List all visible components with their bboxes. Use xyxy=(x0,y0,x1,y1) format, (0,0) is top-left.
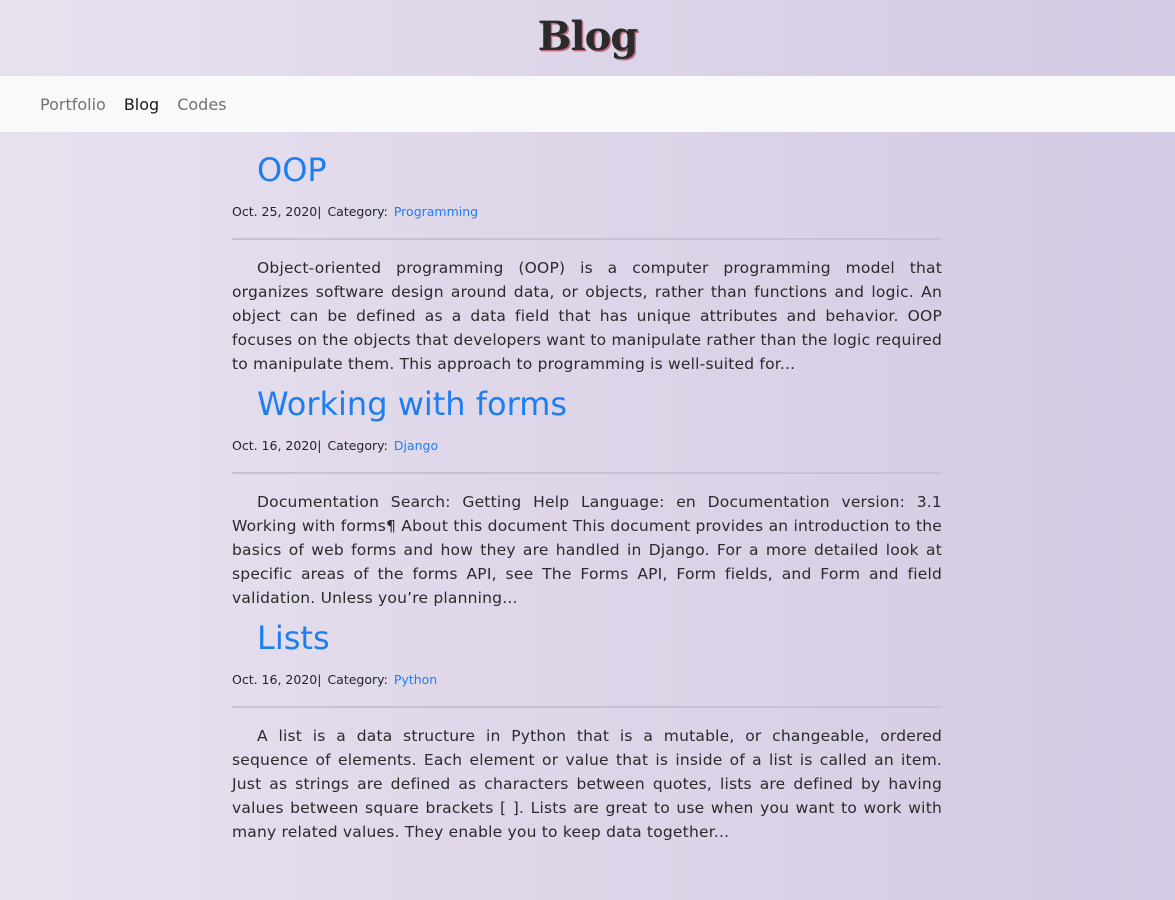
post-title-link[interactable]: Lists xyxy=(257,610,942,666)
post-excerpt: Object-oriented programming (OOP) is a c… xyxy=(232,259,942,373)
post-excerpt: Documentation Search: Getting Help Langu… xyxy=(232,493,942,607)
post-divider xyxy=(232,706,942,708)
post-item: Lists Oct. 16, 2020| Category: Python A li… xyxy=(232,610,942,844)
post-title-link[interactable]: OOP xyxy=(257,142,942,198)
nav-link-codes[interactable]: Codes xyxy=(177,95,226,114)
post-list: OOP Oct. 25, 2020| Category: Programming O… xyxy=(232,132,942,844)
post-date: Oct. 25, 2020 xyxy=(232,204,318,219)
post-divider xyxy=(232,472,942,474)
post-category-link[interactable]: Django xyxy=(394,438,438,453)
page-title: Blog xyxy=(537,13,639,60)
nav-link-portfolio[interactable]: Portfolio xyxy=(40,95,106,114)
post-date: Oct. 16, 2020 xyxy=(232,672,318,687)
navbar: Portfolio Blog Codes xyxy=(0,76,1175,132)
post-meta: Oct. 16, 2020| Category: Django xyxy=(232,432,942,460)
post-item: OOP Oct. 25, 2020| Category: Programming O… xyxy=(232,142,942,376)
site-header: Blog xyxy=(0,0,1175,76)
meta-separator: | xyxy=(317,438,322,453)
category-label: Category: xyxy=(327,438,388,453)
post-category-link[interactable]: Programming xyxy=(394,204,478,219)
category-label: Category: xyxy=(327,672,388,687)
meta-separator: | xyxy=(317,672,322,687)
meta-separator: | xyxy=(317,204,322,219)
post-category-link[interactable]: Python xyxy=(394,672,437,687)
post-meta: Oct. 16, 2020| Category: Python xyxy=(232,666,942,694)
post-title-link[interactable]: Working with forms xyxy=(257,376,942,432)
post-item: Working with forms Oct. 16, 2020| Categor… xyxy=(232,376,942,610)
post-meta: Oct. 25, 2020| Category: Programming xyxy=(232,198,942,226)
category-label: Category: xyxy=(327,204,388,219)
post-excerpt: A list is a data structure in Python tha… xyxy=(232,727,942,841)
nav-link-blog[interactable]: Blog xyxy=(124,95,159,114)
post-date: Oct. 16, 2020 xyxy=(232,438,318,453)
post-divider xyxy=(232,238,942,240)
